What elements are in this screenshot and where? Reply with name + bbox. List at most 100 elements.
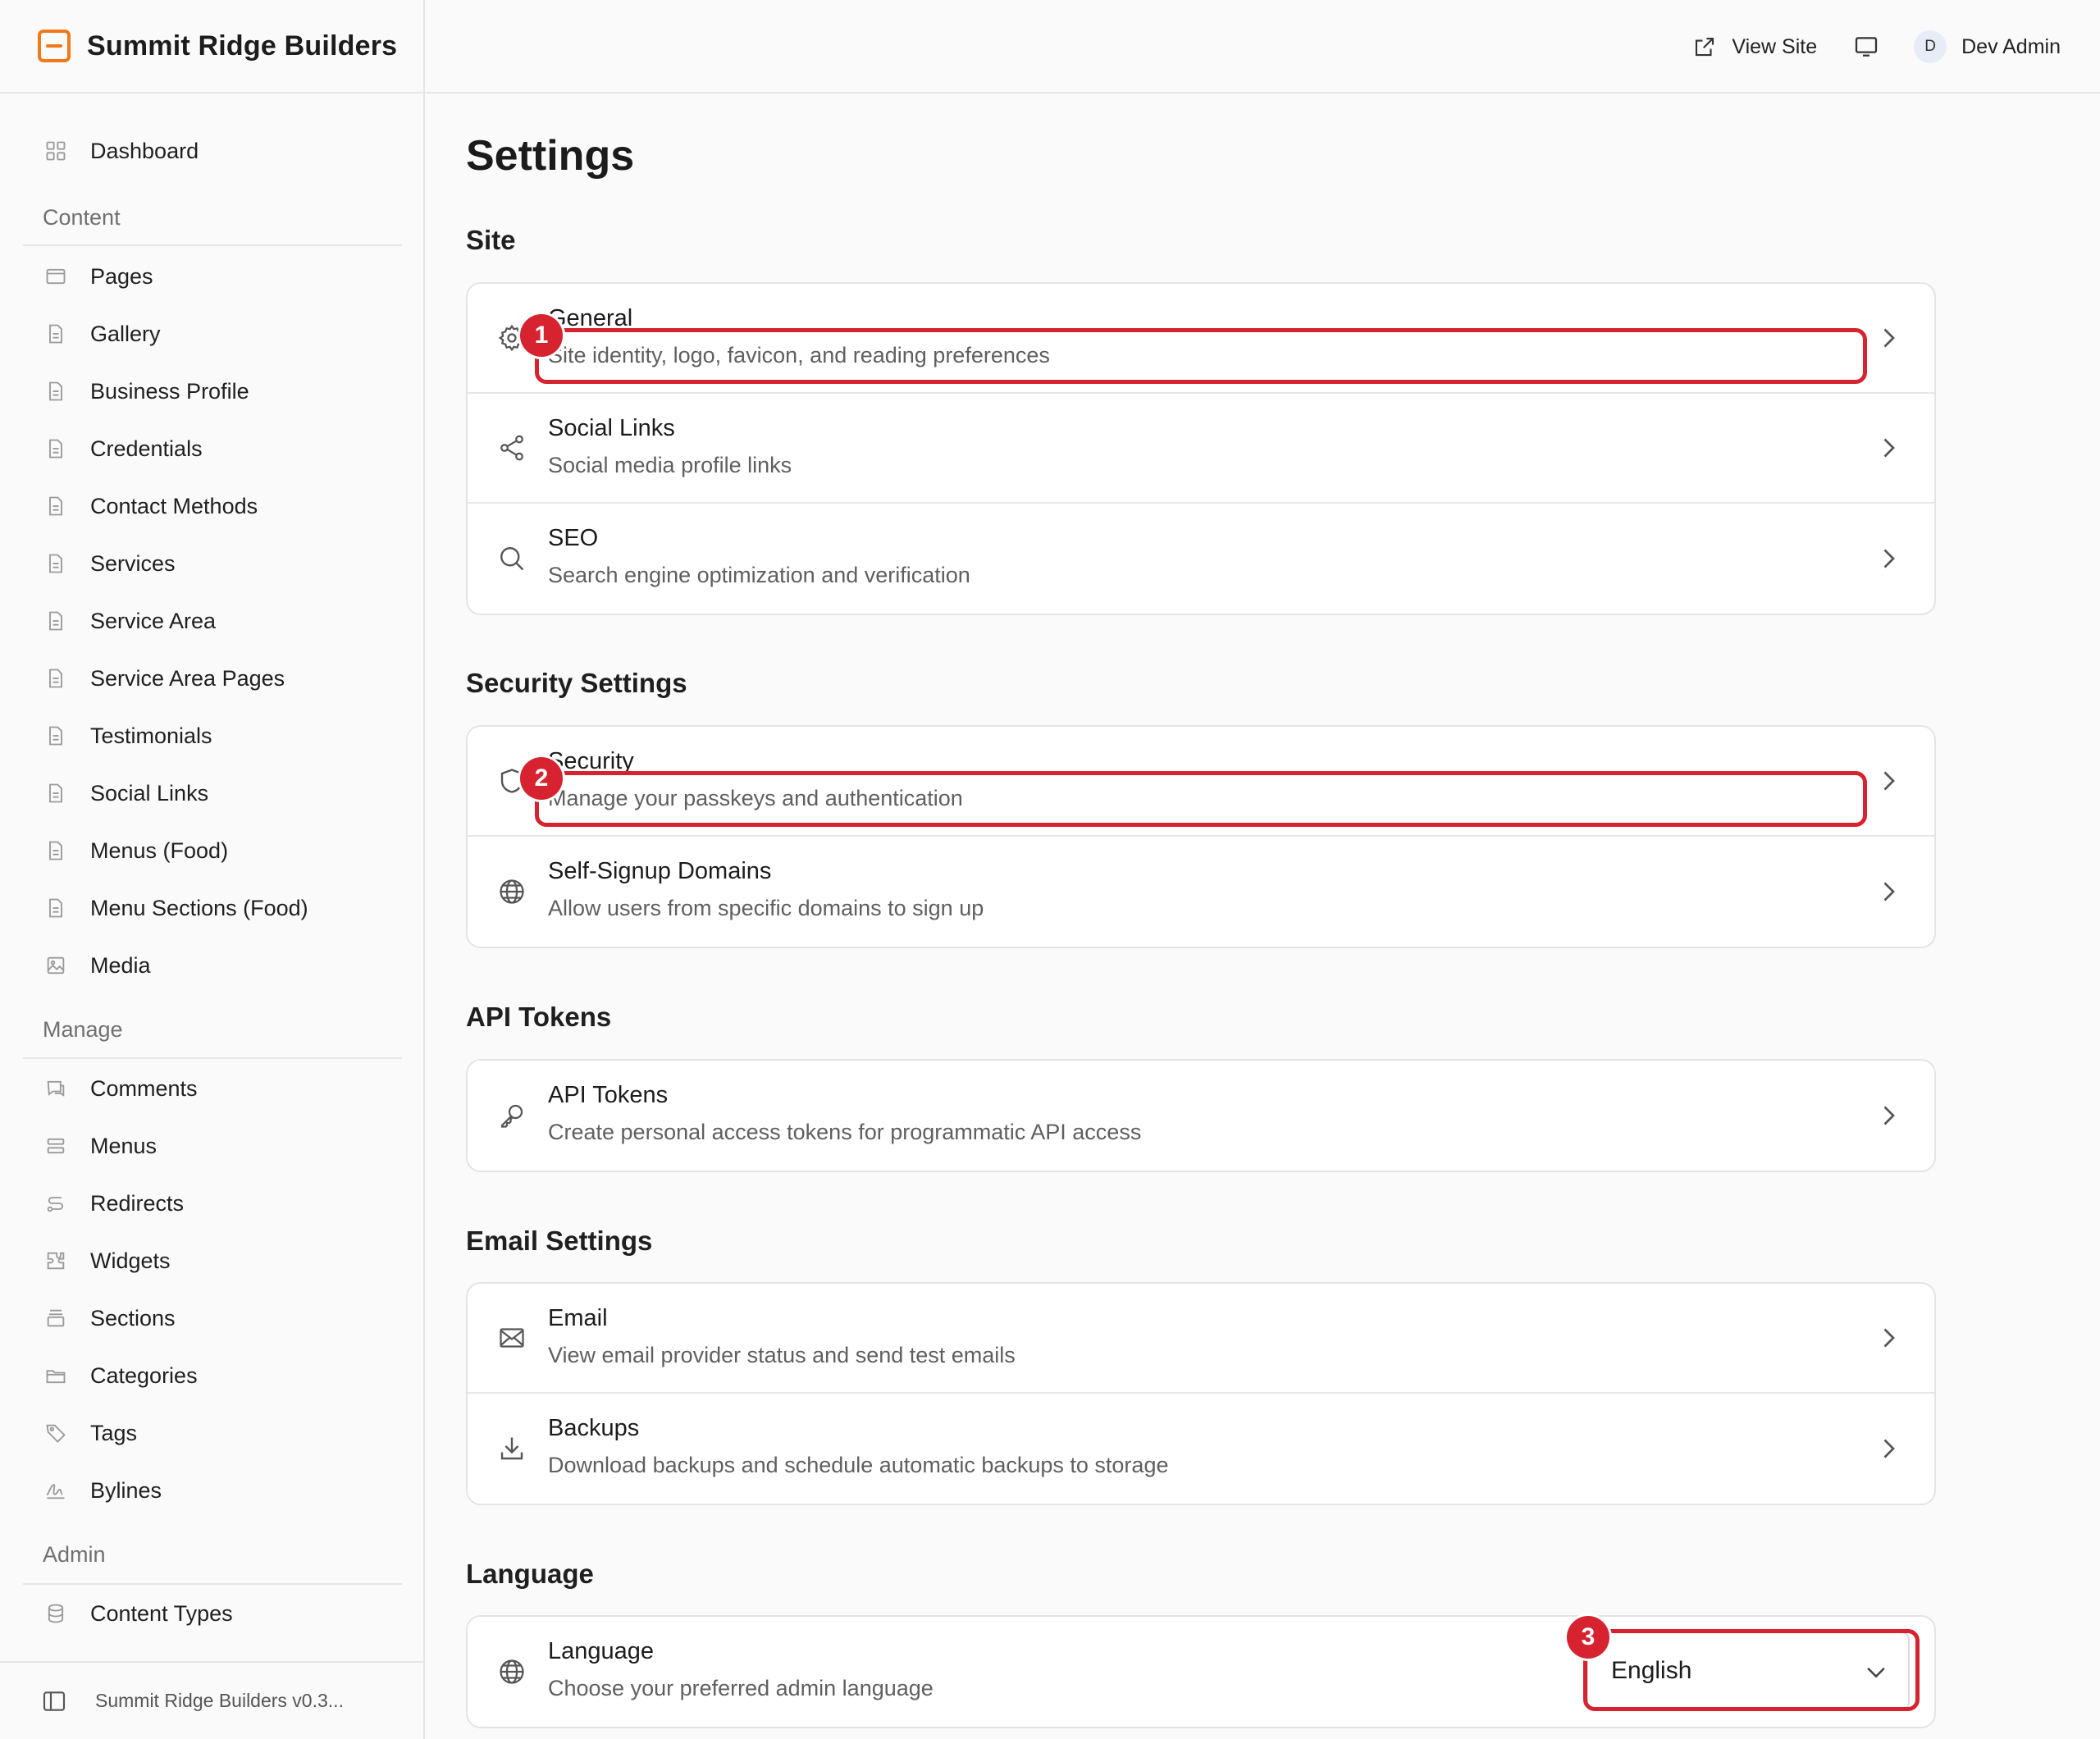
settings-row-email[interactable]: Email View email provider status and sen… xyxy=(468,1284,1934,1394)
sidebar-item-service-area-pages[interactable]: Service Area Pages xyxy=(23,654,402,703)
page-title: Settings xyxy=(466,132,635,180)
sidebar-item-label: Gallery xyxy=(90,321,161,346)
document-icon xyxy=(49,554,62,573)
nav-group-content: Content xyxy=(43,205,121,230)
sidebar-item-label: Bylines xyxy=(90,1477,162,1503)
view-site-link[interactable]: View Site xyxy=(1692,34,1817,59)
key-icon xyxy=(500,1104,523,1128)
settings-row-api-tokens[interactable]: API Tokens Create personal access tokens… xyxy=(468,1061,1934,1171)
sidebar-item-label: Categories xyxy=(90,1362,198,1388)
sidebar-item-label: Sections xyxy=(90,1305,176,1330)
settings-row-seo[interactable]: SEO Search engine optimization and verif… xyxy=(468,504,1934,614)
sidebar-item-label: Menus (Food) xyxy=(90,838,229,863)
sidebar-item-label: Comments xyxy=(90,1075,198,1101)
document-icon xyxy=(49,669,62,688)
sidebar-item-label: Social Links xyxy=(90,780,209,806)
document-icon xyxy=(49,841,62,860)
settings-row-security[interactable]: Security Manage your passkeys and authen… xyxy=(468,727,1934,837)
sidebar-item-label: Dashboard xyxy=(90,138,199,163)
sidebar-item-contact-methods[interactable]: Contact Methods xyxy=(23,482,402,531)
sidebar-item-comments[interactable]: Comments xyxy=(23,1064,402,1113)
chevron-right-icon xyxy=(1883,1439,1895,1458)
site-settings-card: General Site identity, logo, favicon, an… xyxy=(466,282,1936,615)
chevron-right-icon xyxy=(1883,438,1895,458)
row-title: Self-Signup Domains xyxy=(548,858,772,884)
sidebar-item-categories[interactable]: Categories xyxy=(23,1351,402,1400)
sidebar-item-dashboard[interactable]: Dashboard xyxy=(23,126,402,176)
sidebar-item-redirects[interactable]: Redirects xyxy=(23,1179,402,1228)
sidebar-item-widgets[interactable]: Widgets xyxy=(23,1236,402,1285)
tag-icon xyxy=(46,1424,66,1443)
settings-row-language: Language Choose your preferred admin lan… xyxy=(468,1617,1934,1727)
row-description: View email provider status and send test… xyxy=(548,1343,1016,1367)
sidebar-footer: Summit Ridge Builders v0.3... xyxy=(0,1661,423,1739)
brand[interactable]: Summit Ridge Builders xyxy=(0,0,423,94)
chevron-right-icon xyxy=(1883,882,1895,901)
sidebar-item-menus[interactable]: Menus xyxy=(23,1121,402,1171)
sidebar-item-label: Contact Methods xyxy=(90,493,258,518)
annotation-badge-2: 2 xyxy=(520,757,563,800)
sidebar-item-menus-food[interactable]: Menus (Food) xyxy=(23,826,402,875)
row-title: Email xyxy=(548,1305,608,1331)
sidebar-item-label: Widgets xyxy=(90,1248,171,1273)
settings-row-backups[interactable]: Backups Download backups and schedule au… xyxy=(468,1394,1934,1504)
sidebar-item-service-area[interactable]: Service Area xyxy=(23,596,402,646)
document-icon xyxy=(49,783,62,803)
row-title: SEO xyxy=(548,525,599,551)
language-selected-value: English xyxy=(1611,1657,1692,1684)
nav-divider xyxy=(23,244,402,246)
sidebar-item-label: Tags xyxy=(90,1420,138,1445)
sidebar-item-label: Media xyxy=(90,952,151,978)
section-title-email: Email Settings xyxy=(466,1226,653,1256)
sidebar-item-label: Redirects xyxy=(90,1190,185,1216)
version-label: Summit Ridge Builders v0.3... xyxy=(95,1690,344,1711)
sidebar-toggle-icon[interactable] xyxy=(41,1688,67,1714)
settings-row-social-links[interactable]: Social Links Social media profile links xyxy=(468,394,1934,504)
sidebar-item-sections[interactable]: Sections xyxy=(23,1294,402,1343)
settings-row-self-signup-domains[interactable]: Self-Signup Domains Allow users from spe… xyxy=(468,837,1934,947)
document-icon xyxy=(49,324,62,344)
sidebar-item-tags[interactable]: Tags xyxy=(23,1408,402,1458)
settings-row-general[interactable]: General Site identity, logo, favicon, an… xyxy=(468,284,1934,394)
chevron-right-icon xyxy=(1883,549,1895,568)
user-name: Dev Admin xyxy=(1961,34,2061,58)
globe-icon xyxy=(500,1659,524,1684)
nav-group-admin: Admin xyxy=(43,1542,106,1567)
search-icon xyxy=(500,547,524,571)
sidebar-item-bylines[interactable]: Bylines xyxy=(23,1466,402,1515)
user-menu[interactable]: D Dev Admin xyxy=(1904,30,2061,63)
grid-icon xyxy=(46,141,66,161)
sidebar-item-gallery[interactable]: Gallery xyxy=(23,309,402,358)
sidebar-item-content-types[interactable]: Content Types xyxy=(23,1589,402,1638)
sidebar-item-media[interactable]: Media xyxy=(23,941,402,990)
language-card: Language Choose your preferred admin lan… xyxy=(466,1615,1936,1728)
page-icon xyxy=(46,268,66,285)
sidebar-item-pages[interactable]: Pages xyxy=(23,252,402,301)
image-icon xyxy=(47,956,65,974)
chevron-right-icon xyxy=(1883,1328,1895,1348)
sidebar-item-menu-sections-food[interactable]: Menu Sections (Food) xyxy=(23,883,402,933)
comment-icon xyxy=(47,1080,65,1097)
nav-divider xyxy=(23,1057,402,1059)
signature-icon xyxy=(46,1484,65,1499)
row-title: Social Links xyxy=(548,415,675,441)
row-title: API Tokens xyxy=(548,1082,669,1108)
security-settings-card: Security Manage your passkeys and authen… xyxy=(466,725,1936,948)
brand-name: Summit Ridge Builders xyxy=(87,30,398,62)
sidebar-item-label: Content Types xyxy=(90,1600,233,1626)
sidebar-item-testimonials[interactable]: Testimonials xyxy=(23,711,402,760)
row-title: Backups xyxy=(548,1415,640,1441)
sidebar-item-services[interactable]: Services xyxy=(23,539,402,588)
document-icon xyxy=(49,898,62,918)
row-title: Language xyxy=(548,1638,655,1664)
nav-group-manage: Manage xyxy=(43,1017,123,1042)
sidebar-item-credentials[interactable]: Credentials xyxy=(23,424,402,473)
chevron-right-icon xyxy=(1883,328,1895,348)
view-site-label: View Site xyxy=(1732,34,1818,58)
sidebar-item-label: Menu Sections (Food) xyxy=(90,895,308,920)
language-select[interactable]: English xyxy=(1586,1632,1910,1710)
document-icon xyxy=(49,726,62,746)
sidebar-item-business-profile[interactable]: Business Profile xyxy=(23,367,402,416)
sidebar-item-social-links[interactable]: Social Links xyxy=(23,769,402,818)
monitor-icon[interactable] xyxy=(1853,34,1879,60)
